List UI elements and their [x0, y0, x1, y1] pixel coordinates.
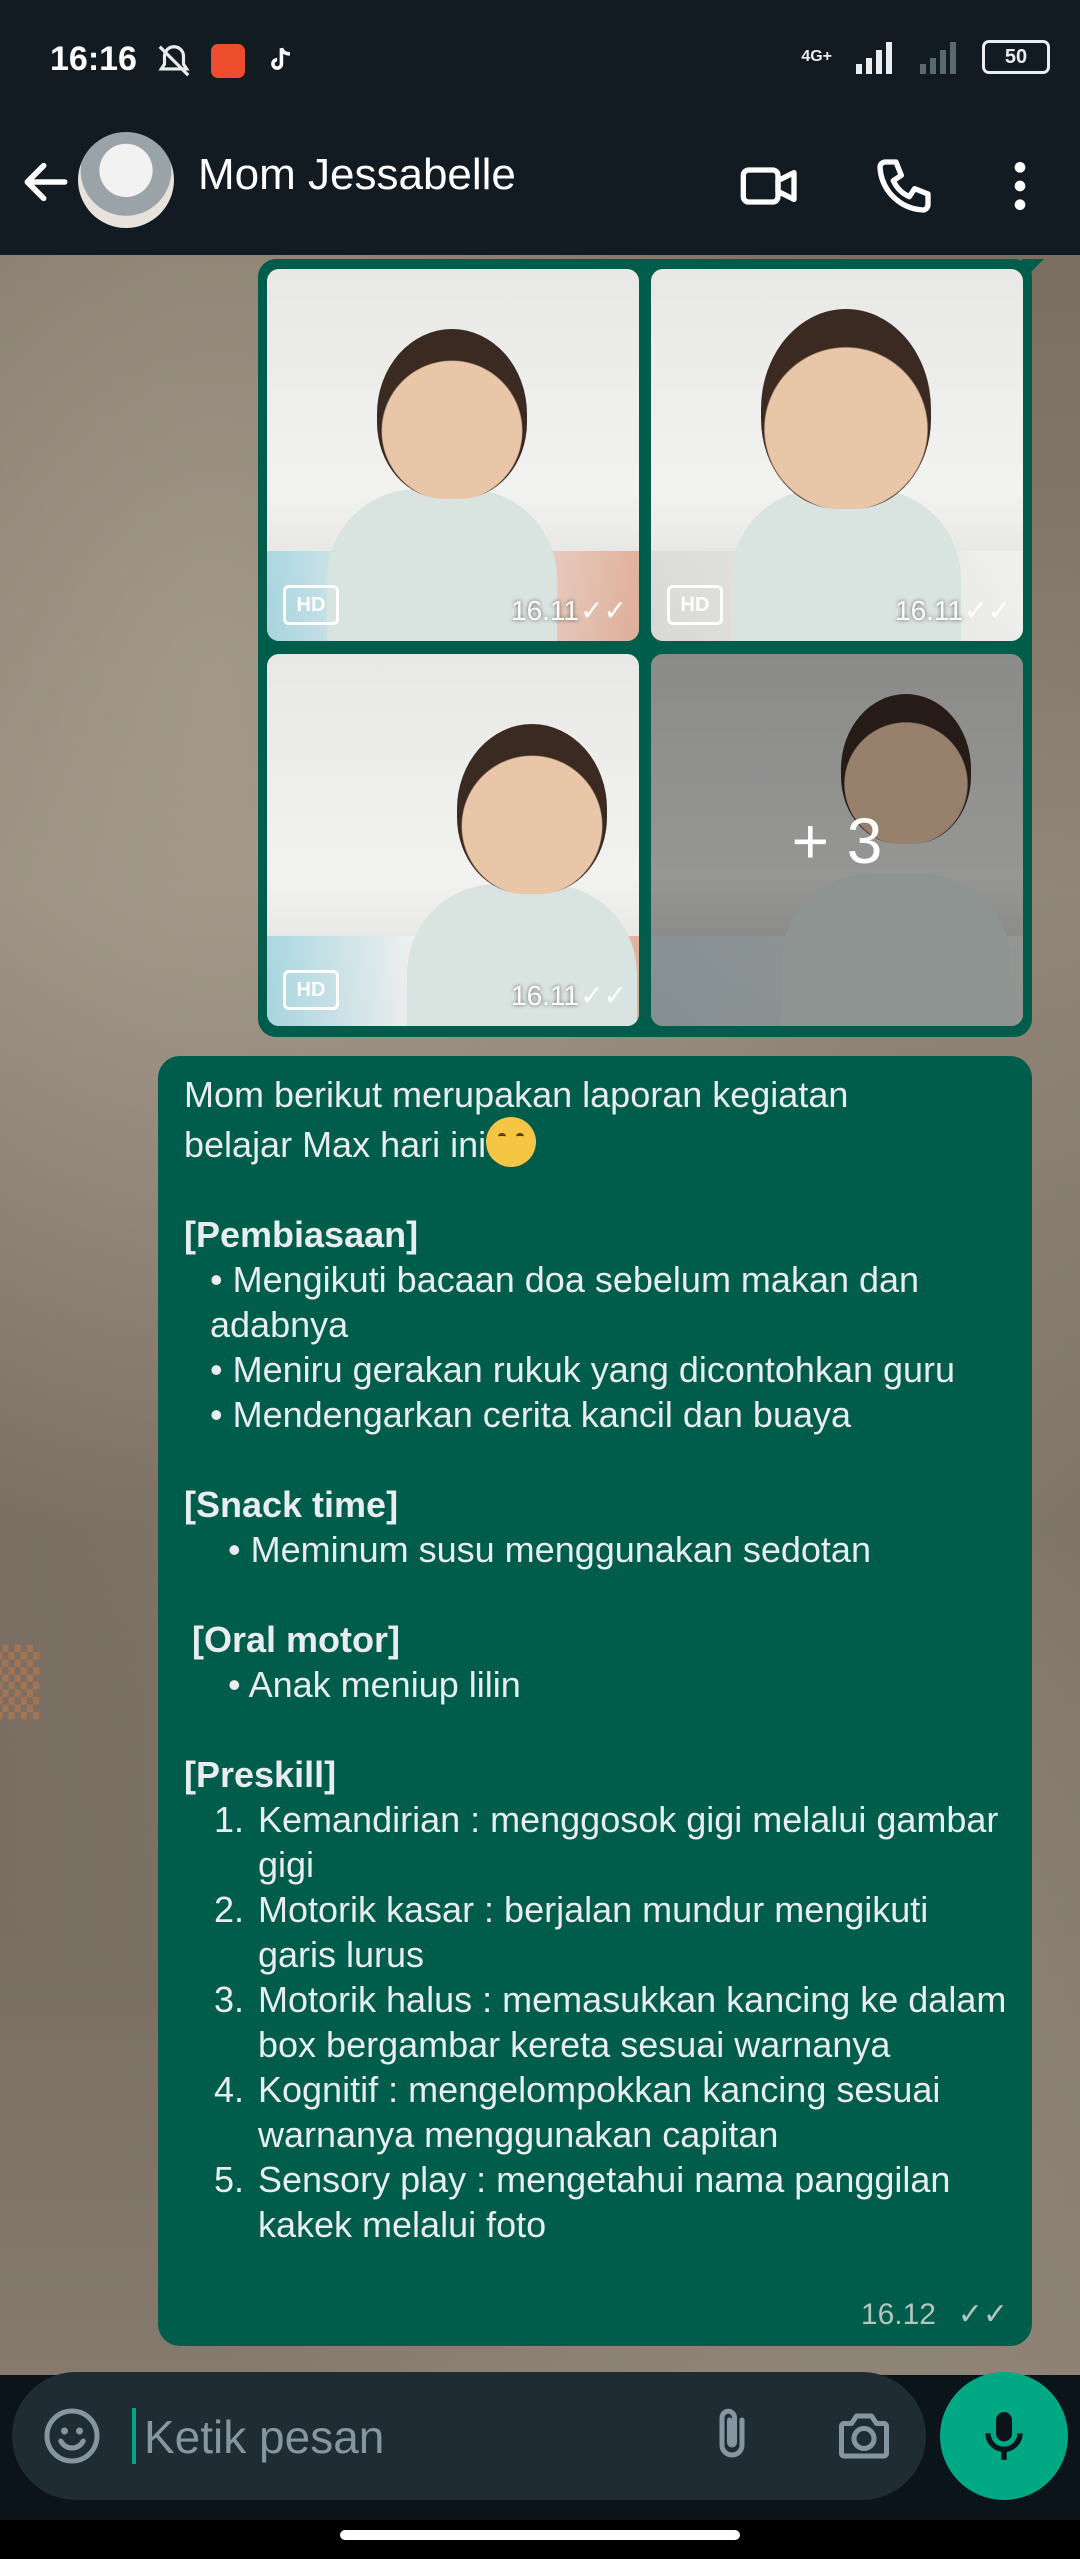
read-ticks-icon: ✓✓ — [580, 595, 627, 626]
list-item: • Mendengarkan cerita kancil dan buaya — [210, 1394, 852, 1435]
list-item: • Meniru gerakan rukuk yang dicontohkan … — [210, 1349, 956, 1390]
item-text: Motorik kasar : berjalan mundur mengikut… — [258, 1889, 929, 1975]
list-item: • Anak meniup lilin — [228, 1664, 521, 1705]
chat-header: Mom Jessabelle — [0, 120, 1080, 255]
album-photo-2[interactable]: HD 16.11 ✓✓ — [651, 269, 1023, 641]
signal-icon — [856, 42, 892, 74]
voice-message-button[interactable] — [940, 2372, 1068, 2500]
read-ticks-icon: ✓✓ — [580, 980, 627, 1011]
message-intro-line-2: belajar Max hari ini — [184, 1117, 1014, 1167]
shopee-icon — [211, 44, 245, 78]
numbered-item: 1. Kemandirian : menggosok gigi melalui g… — [184, 1797, 1014, 1887]
more-options-icon[interactable] — [988, 154, 1052, 218]
mute-bell-icon — [158, 45, 190, 77]
home-gesture-pill[interactable] — [340, 2530, 740, 2540]
status-time: 16:16 — [50, 40, 137, 78]
media-album-message[interactable]: HD 16.11 ✓✓ HD 16.11 ✓✓ HD 16.11 ✓✓ + 3 — [258, 259, 1032, 1037]
numbered-item: 4. Kognitif : mengelompokkan kancing sesu… — [184, 2067, 1014, 2157]
text-cursor — [132, 2408, 136, 2464]
photo-time: 16.11 — [895, 595, 963, 626]
network-type: 4G+ — [801, 48, 832, 65]
item-text: Motorik halus : memasukkan kancing ke da… — [258, 1979, 1007, 2065]
photo-time: 16.11 — [511, 595, 579, 626]
album-photo-3[interactable]: HD 16.11 ✓✓ — [267, 654, 639, 1026]
status-bar: 16:16 4G+ 50 — [0, 0, 1080, 120]
battery-icon: 50 — [982, 40, 1050, 74]
item-number: 3. — [214, 1979, 245, 2020]
album-photo-more[interactable]: + 3 — [651, 654, 1023, 1026]
message-time: 16.12 — [860, 2298, 936, 2331]
status-notification-icons — [155, 42, 297, 80]
attach-icon[interactable] — [702, 2402, 762, 2468]
message-input[interactable]: Ketik pesan — [144, 2410, 384, 2464]
numbered-item: 2. Motorik kasar : berjalan mundur mengik… — [184, 1887, 1014, 1977]
message-intro-line-1: Mom berikut merupakan laporan kegiatan — [184, 1074, 849, 1115]
photo-time: 16.11 — [511, 980, 579, 1011]
status-system-icons: 4G+ 50 — [801, 40, 1050, 74]
message-composer: Ketik pesan — [12, 2372, 926, 2500]
smiling-emoji-icon — [486, 1117, 537, 1167]
section-title-pembiasaan: [Pembiasaan] — [184, 1214, 419, 1255]
text-message-bubble[interactable]: Mom berikut merupakan laporan kegiatan b… — [158, 1056, 1032, 2346]
tiktok-icon — [271, 47, 290, 70]
video-call-icon[interactable] — [738, 154, 802, 218]
more-photos-count: + 3 — [791, 805, 883, 877]
avatar[interactable] — [78, 132, 174, 228]
read-ticks-icon: ✓✓ — [964, 595, 1011, 626]
list-item: • Meminum susu menggunakan sedotan — [228, 1529, 871, 1570]
voice-call-icon[interactable] — [872, 154, 936, 218]
read-ticks-icon: ✓✓ — [957, 2298, 1008, 2331]
list-item: • Mengikuti bacaan doa sebelum makan dan… — [210, 1259, 920, 1345]
numbered-item: 5. Sensory play : mengetahui nama panggil… — [184, 2157, 1014, 2247]
section-title-oral-motor: [Oral motor] — [192, 1619, 401, 1660]
item-number: 4. — [214, 2069, 245, 2110]
signal-2-icon — [920, 42, 956, 74]
message-intro-text: belajar Max hari ini — [184, 1124, 487, 1165]
back-arrow-icon[interactable] — [18, 154, 74, 210]
hd-badge: HD — [283, 970, 339, 1010]
item-number: 5. — [214, 2159, 245, 2200]
camera-icon[interactable] — [832, 2406, 896, 2466]
section-title-preskill: [Preskill] — [184, 1754, 337, 1795]
item-text: Kemandirian : menggosok gigi melalui gam… — [258, 1799, 999, 1885]
item-number: 2. — [214, 1889, 245, 1930]
item-number: 1. — [214, 1799, 245, 1840]
numbered-item: 3. Motorik halus : memasukkan kancing ke … — [184, 1977, 1014, 2067]
emoji-icon[interactable] — [42, 2406, 102, 2466]
item-text: Kognitif : mengelompokkan kancing sesuai… — [258, 2069, 941, 2155]
hd-badge: HD — [283, 585, 339, 625]
microphone-icon — [985, 2412, 1023, 2460]
message-body: Mom berikut merupakan laporan kegiatan b… — [184, 1072, 1014, 2247]
album-photo-1[interactable]: HD 16.11 ✓✓ — [267, 269, 639, 641]
hd-badge: HD — [667, 585, 723, 625]
wallpaper-decoration: ▒ — [0, 1645, 40, 1720]
item-text: Sensory play : mengetahui nama panggilan… — [258, 2159, 951, 2245]
contact-name[interactable]: Mom Jessabelle — [198, 150, 516, 200]
section-title-snack-time: [Snack time] — [184, 1484, 399, 1525]
